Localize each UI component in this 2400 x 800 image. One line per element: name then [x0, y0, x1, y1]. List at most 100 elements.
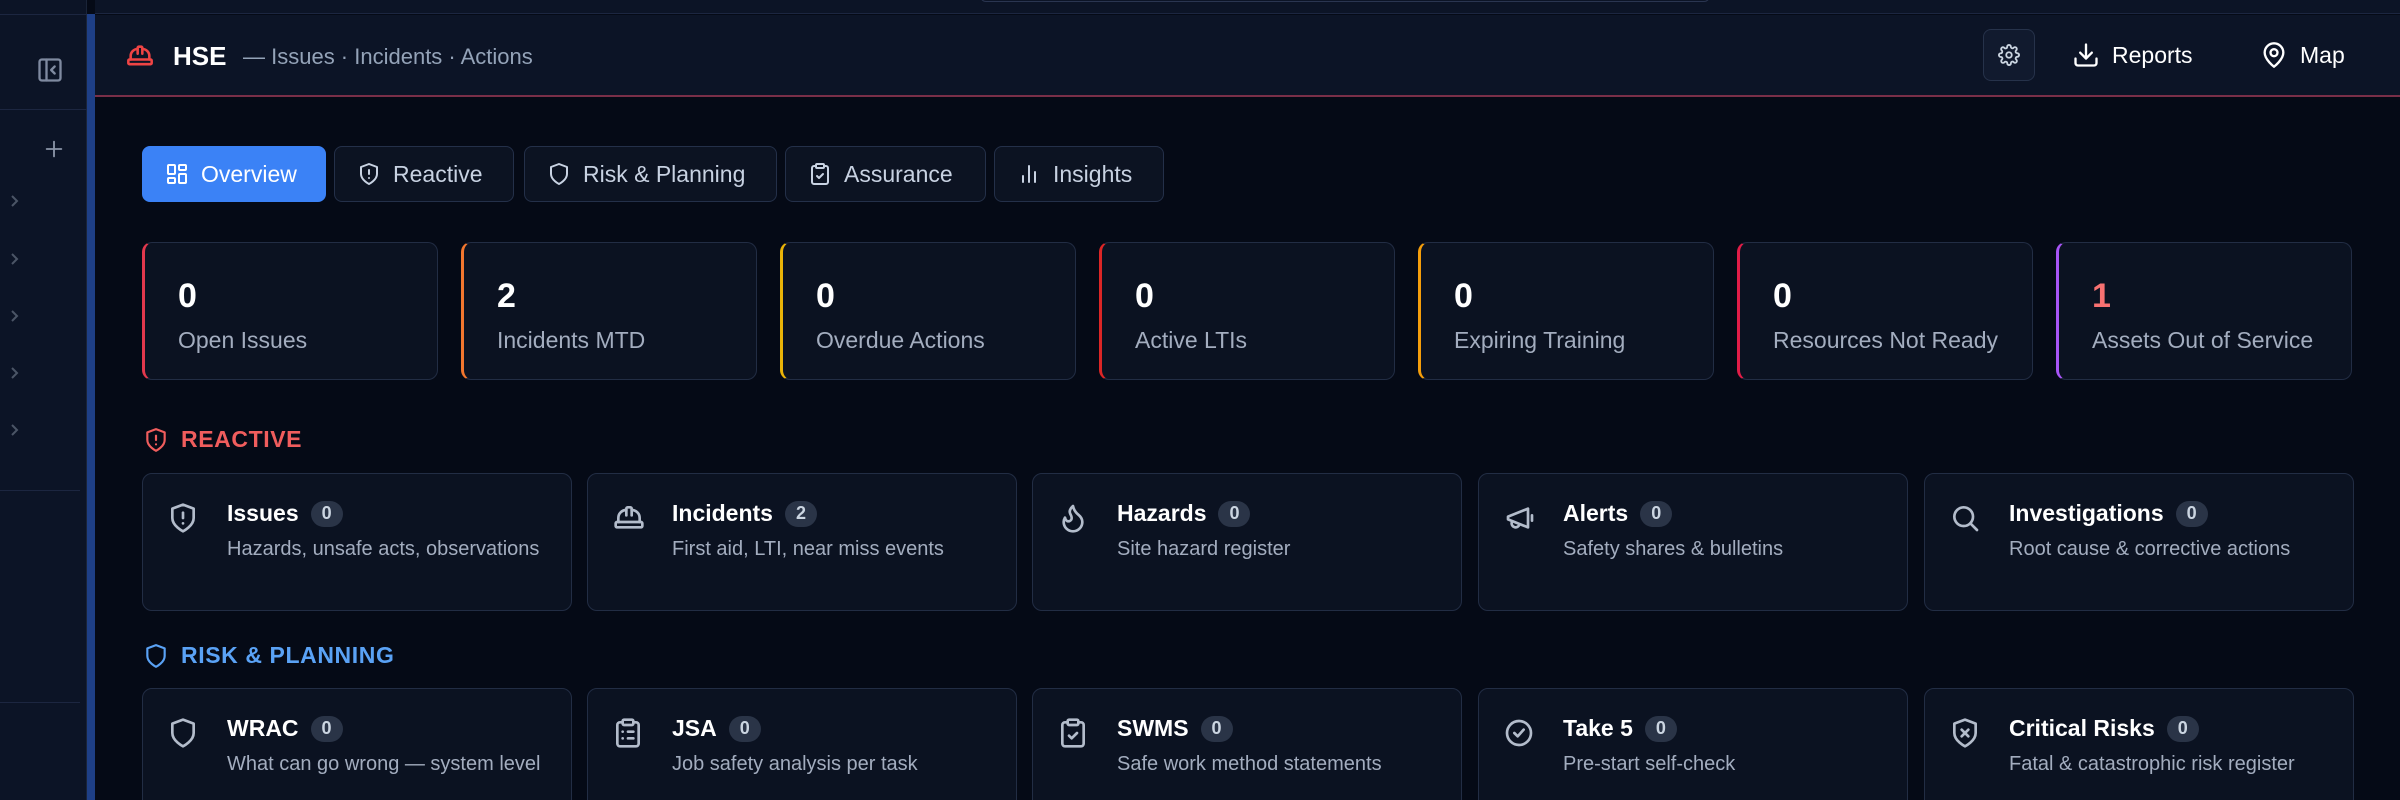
- panel-left-icon: [38, 58, 62, 82]
- plus-icon: [45, 140, 63, 158]
- sidebar-divider: [0, 109, 87, 110]
- shield-icon: [167, 717, 199, 749]
- card-title: Investigations: [2009, 500, 2164, 526]
- section-heading-reactive: REACTIVE: [143, 426, 302, 453]
- tab-insights[interactable]: Insights: [994, 146, 1164, 202]
- dashboard-icon: [167, 164, 187, 184]
- sidebar-resize-handle[interactable]: [87, 14, 95, 800]
- stat-open-issues[interactable]: 0 Open Issues: [142, 242, 438, 380]
- sidebar-expand-item-4[interactable]: [6, 364, 22, 382]
- map-label: Map: [2300, 41, 2345, 68]
- stat-overdue-actions[interactable]: 0 Overdue Actions: [780, 242, 1076, 380]
- card-description: Safety shares & bulletins: [1563, 538, 1784, 560]
- flame-icon: [1057, 502, 1089, 534]
- module-card-issues[interactable]: Issues 0 Hazards, unsafe acts, observati…: [142, 473, 572, 611]
- hard-hat-icon: [612, 502, 646, 534]
- tab-label: Reactive: [393, 160, 483, 187]
- card-title: Critical Risks: [2009, 715, 2155, 741]
- sidebar-expand-item-1[interactable]: [6, 192, 22, 210]
- module-card-alerts[interactable]: Alerts 0 Safety shares & bulletins: [1478, 473, 1908, 611]
- tab-overview[interactable]: Overview: [142, 146, 326, 202]
- module-card-hazards[interactable]: Hazards 0 Site hazard register: [1032, 473, 1462, 611]
- count-badge: 0: [2175, 500, 2208, 527]
- stat-value: 0: [816, 277, 835, 315]
- stat-value: 0: [1773, 277, 1792, 315]
- shield-icon: [146, 643, 166, 668]
- stat-incidents-mtd[interactable]: 2 Incidents MTD: [461, 242, 757, 380]
- map-button[interactable]: Map: [2260, 29, 2345, 81]
- page-title: HSE: [173, 41, 227, 71]
- chevron-right-icon: [11, 253, 19, 265]
- check-circle-icon: [1503, 717, 1535, 749]
- stat-value: 2: [497, 277, 516, 315]
- card-title: WRAC: [227, 715, 299, 741]
- card-title: JSA: [672, 715, 717, 741]
- top-strip: [95, 0, 2400, 14]
- sidebar-expand-item-2[interactable]: [6, 250, 22, 268]
- count-badge: 0: [310, 715, 343, 742]
- count-badge: 0: [1200, 715, 1233, 742]
- module-card-investigations[interactable]: Investigations 0 Root cause & corrective…: [1924, 473, 2354, 611]
- card-title: Alerts: [1563, 500, 1629, 526]
- sidebar: [0, 0, 87, 800]
- card-description: Root cause & corrective actions: [2009, 538, 2291, 560]
- sidebar-expand-item-3[interactable]: [6, 307, 22, 325]
- stat-label: Open Issues: [178, 327, 308, 353]
- gear-icon: [1998, 44, 2020, 66]
- count-badge: 0: [1218, 500, 1251, 527]
- section-title: RISK & PLANNING: [181, 642, 395, 668]
- reports-button[interactable]: Reports: [2072, 29, 2193, 81]
- stat-expiring-training[interactable]: 0 Expiring Training: [1418, 242, 1714, 380]
- sidebar-top-divider: [0, 14, 87, 15]
- stat-label: Expiring Training: [1454, 327, 1626, 353]
- stat-label: Active LTIs: [1135, 327, 1248, 353]
- chevron-right-icon: [11, 195, 19, 207]
- tab-label: Overview: [201, 160, 297, 187]
- clipboard-check-icon: [1057, 717, 1089, 749]
- stat-label: Assets Out of Service: [2092, 327, 2314, 353]
- module-card-wrac[interactable]: WRAC 0 What can go wrong — system level: [142, 688, 572, 800]
- stat-value: 0: [1454, 277, 1473, 315]
- download-icon: [2074, 43, 2098, 67]
- stat-label: Overdue Actions: [816, 327, 985, 353]
- tab-reactive[interactable]: Reactive: [334, 146, 514, 202]
- chevron-right-icon: [11, 424, 19, 436]
- bar-chart-icon: [1022, 165, 1036, 183]
- module-card-critical-risks[interactable]: Critical Risks 0 Fatal & catastrophic ri…: [1924, 688, 2354, 800]
- stat-resources-not-ready[interactable]: 0 Resources Not Ready: [1737, 242, 2033, 380]
- sidebar-divider: [0, 490, 80, 491]
- clipboard-list-icon: [612, 717, 644, 749]
- settings-button[interactable]: [1983, 29, 2035, 81]
- hard-hat-icon: [125, 42, 155, 70]
- collapse-sidebar-button[interactable]: [34, 54, 66, 86]
- module-card-take-5[interactable]: Take 5 0 Pre-start self-check: [1478, 688, 1908, 800]
- sidebar-expand-item-5[interactable]: [6, 421, 22, 439]
- tab-assurance[interactable]: Assurance: [785, 146, 986, 202]
- count-badge: 0: [1644, 715, 1677, 742]
- add-button[interactable]: [40, 135, 68, 163]
- reports-label: Reports: [2112, 41, 2193, 68]
- tab-risk-planning[interactable]: Risk & Planning: [524, 146, 777, 202]
- global-search-bar[interactable]: [980, 0, 1710, 2]
- count-badge: 0: [310, 500, 343, 527]
- megaphone-icon: [1503, 502, 1537, 534]
- shield-icon: [550, 163, 568, 185]
- card-title: Incidents: [672, 500, 773, 526]
- module-card-jsa[interactable]: JSA 0 Job safety analysis per task: [587, 688, 1017, 800]
- card-description: Pre-start self-check: [1563, 753, 1736, 775]
- module-card-incidents[interactable]: Incidents 2 First aid, LTI, near miss ev…: [587, 473, 1017, 611]
- clipboard-check-icon: [811, 163, 829, 185]
- stat-value: 1: [2092, 277, 2111, 315]
- count-badge: 0: [728, 715, 761, 742]
- card-title: SWMS: [1117, 715, 1189, 741]
- chevron-right-icon: [11, 310, 19, 322]
- stat-active-ltis[interactable]: 0 Active LTIs: [1099, 242, 1395, 380]
- stat-value: 0: [1135, 277, 1154, 315]
- stat-label: Incidents MTD: [497, 327, 646, 353]
- module-card-swms[interactable]: SWMS 0 Safe work method statements: [1032, 688, 1462, 800]
- shield-x-icon: [1949, 717, 1981, 749]
- page-header: HSE — Issues · Incidents · Actions Repor…: [95, 15, 2400, 97]
- stat-assets-out-of-service[interactable]: 1 Assets Out of Service: [2056, 242, 2352, 380]
- search-icon: [1949, 502, 1981, 534]
- card-description: What can go wrong — system level: [227, 753, 541, 775]
